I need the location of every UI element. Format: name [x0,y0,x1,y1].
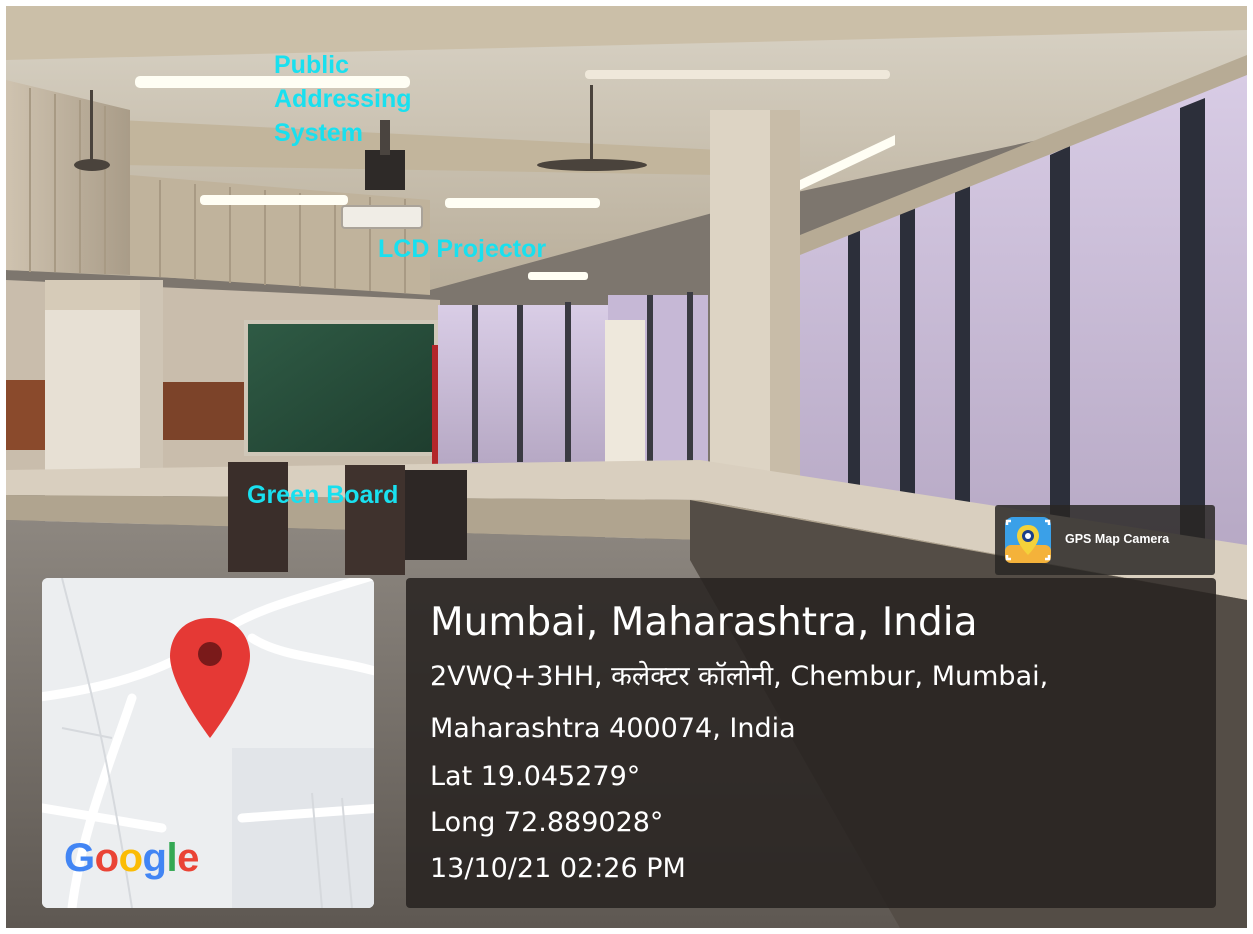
public-addressing-system-label: Public Addressing System [274,51,412,147]
google-logo-letter: e [177,836,199,880]
gps-map-camera-label: GPS Map Camera [1065,532,1170,546]
location-info-panel: Mumbai, Maharashtra, India 2VWQ+3HH, कले… [406,578,1216,908]
address-line-1: 2VWQ+3HH, कलेक्टर कॉलोनी, Chembur, Mumba… [430,661,1049,692]
gps-map-camera-icon [1005,517,1051,563]
google-logo-letter: l [166,836,178,880]
google-logo-letter: o [94,836,119,880]
map-thumbnail[interactable]: Google [42,578,374,908]
google-logo: Google [64,834,199,882]
lcd-projector-label: LCD Projector [378,235,547,263]
location-title: Mumbai, Maharashtra, India [430,600,978,645]
green-board-label: Green Board [247,481,399,509]
google-logo-letter: g [142,836,167,880]
gps-map-camera-badge: GPS Map Camera [995,505,1215,575]
longitude-text: Long 72.889028° [430,807,664,838]
google-logo-letter: o [118,836,143,880]
geotagged-photo: Public Addressing System LCD Projector G… [0,0,1253,934]
address-line-2: Maharashtra 400074, India [430,713,796,744]
latitude-text: Lat 19.045279° [430,761,641,792]
google-logo-letter: G [64,836,95,880]
timestamp-text: 13/10/21 02:26 PM [430,853,686,884]
